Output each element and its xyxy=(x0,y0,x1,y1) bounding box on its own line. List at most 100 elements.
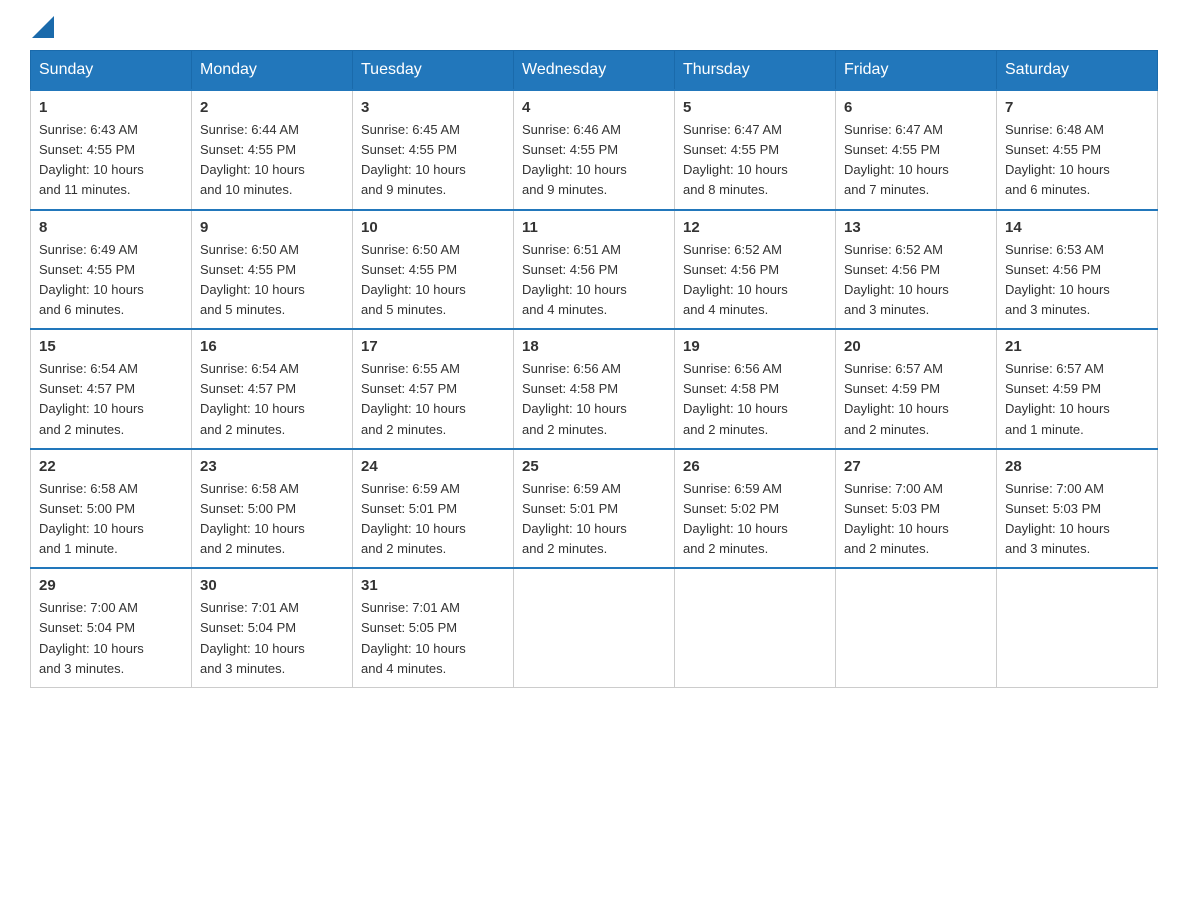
calendar-cell: 26 Sunrise: 6:59 AMSunset: 5:02 PMDaylig… xyxy=(675,449,836,569)
calendar-cell: 30 Sunrise: 7:01 AMSunset: 5:04 PMDaylig… xyxy=(192,568,353,687)
calendar-cell: 11 Sunrise: 6:51 AMSunset: 4:56 PMDaylig… xyxy=(514,210,675,330)
day-number: 21 xyxy=(1005,338,1149,355)
column-header-monday: Monday xyxy=(192,51,353,91)
column-header-thursday: Thursday xyxy=(675,51,836,91)
calendar-cell xyxy=(997,568,1158,687)
calendar-cell: 28 Sunrise: 7:00 AMSunset: 5:03 PMDaylig… xyxy=(997,449,1158,569)
day-number: 23 xyxy=(200,458,344,475)
day-number: 22 xyxy=(39,458,183,475)
calendar-cell: 10 Sunrise: 6:50 AMSunset: 4:55 PMDaylig… xyxy=(353,210,514,330)
calendar-cell: 8 Sunrise: 6:49 AMSunset: 4:55 PMDayligh… xyxy=(31,210,192,330)
calendar-cell xyxy=(514,568,675,687)
calendar-header-row: SundayMondayTuesdayWednesdayThursdayFrid… xyxy=(31,51,1158,91)
calendar-cell: 14 Sunrise: 6:53 AMSunset: 4:56 PMDaylig… xyxy=(997,210,1158,330)
calendar-cell: 4 Sunrise: 6:46 AMSunset: 4:55 PMDayligh… xyxy=(514,90,675,210)
day-info: Sunrise: 6:43 AMSunset: 4:55 PMDaylight:… xyxy=(39,120,183,201)
day-info: Sunrise: 6:50 AMSunset: 4:55 PMDaylight:… xyxy=(200,240,344,321)
day-number: 8 xyxy=(39,219,183,236)
calendar-cell: 27 Sunrise: 7:00 AMSunset: 5:03 PMDaylig… xyxy=(836,449,997,569)
logo-icon xyxy=(32,16,54,38)
calendar-cell: 2 Sunrise: 6:44 AMSunset: 4:55 PMDayligh… xyxy=(192,90,353,210)
calendar-cell: 20 Sunrise: 6:57 AMSunset: 4:59 PMDaylig… xyxy=(836,329,997,449)
calendar-cell: 16 Sunrise: 6:54 AMSunset: 4:57 PMDaylig… xyxy=(192,329,353,449)
column-header-friday: Friday xyxy=(836,51,997,91)
calendar-week-row: 8 Sunrise: 6:49 AMSunset: 4:55 PMDayligh… xyxy=(31,210,1158,330)
day-info: Sunrise: 6:53 AMSunset: 4:56 PMDaylight:… xyxy=(1005,240,1149,321)
calendar-cell: 29 Sunrise: 7:00 AMSunset: 5:04 PMDaylig… xyxy=(31,568,192,687)
day-number: 7 xyxy=(1005,99,1149,116)
calendar-cell: 7 Sunrise: 6:48 AMSunset: 4:55 PMDayligh… xyxy=(997,90,1158,210)
day-number: 26 xyxy=(683,458,827,475)
day-number: 31 xyxy=(361,577,505,594)
day-number: 4 xyxy=(522,99,666,116)
day-info: Sunrise: 7:01 AMSunset: 5:05 PMDaylight:… xyxy=(361,598,505,679)
calendar-cell: 5 Sunrise: 6:47 AMSunset: 4:55 PMDayligh… xyxy=(675,90,836,210)
day-info: Sunrise: 6:57 AMSunset: 4:59 PMDaylight:… xyxy=(1005,359,1149,440)
calendar-cell: 19 Sunrise: 6:56 AMSunset: 4:58 PMDaylig… xyxy=(675,329,836,449)
day-info: Sunrise: 6:58 AMSunset: 5:00 PMDaylight:… xyxy=(200,479,344,560)
day-number: 14 xyxy=(1005,219,1149,236)
day-info: Sunrise: 6:47 AMSunset: 4:55 PMDaylight:… xyxy=(844,120,988,201)
calendar-cell: 9 Sunrise: 6:50 AMSunset: 4:55 PMDayligh… xyxy=(192,210,353,330)
calendar-cell: 21 Sunrise: 6:57 AMSunset: 4:59 PMDaylig… xyxy=(997,329,1158,449)
column-header-saturday: Saturday xyxy=(997,51,1158,91)
day-info: Sunrise: 6:56 AMSunset: 4:58 PMDaylight:… xyxy=(683,359,827,440)
day-info: Sunrise: 6:55 AMSunset: 4:57 PMDaylight:… xyxy=(361,359,505,440)
day-info: Sunrise: 6:52 AMSunset: 4:56 PMDaylight:… xyxy=(683,240,827,321)
calendar-cell: 25 Sunrise: 6:59 AMSunset: 5:01 PMDaylig… xyxy=(514,449,675,569)
day-info: Sunrise: 6:56 AMSunset: 4:58 PMDaylight:… xyxy=(522,359,666,440)
calendar-table: SundayMondayTuesdayWednesdayThursdayFrid… xyxy=(30,50,1158,688)
day-number: 12 xyxy=(683,219,827,236)
day-number: 3 xyxy=(361,99,505,116)
day-info: Sunrise: 6:54 AMSunset: 4:57 PMDaylight:… xyxy=(39,359,183,440)
day-info: Sunrise: 6:50 AMSunset: 4:55 PMDaylight:… xyxy=(361,240,505,321)
column-header-wednesday: Wednesday xyxy=(514,51,675,91)
day-number: 29 xyxy=(39,577,183,594)
day-info: Sunrise: 6:59 AMSunset: 5:01 PMDaylight:… xyxy=(522,479,666,560)
day-number: 17 xyxy=(361,338,505,355)
calendar-cell: 1 Sunrise: 6:43 AMSunset: 4:55 PMDayligh… xyxy=(31,90,192,210)
day-number: 24 xyxy=(361,458,505,475)
calendar-cell xyxy=(675,568,836,687)
calendar-week-row: 29 Sunrise: 7:00 AMSunset: 5:04 PMDaylig… xyxy=(31,568,1158,687)
calendar-cell: 13 Sunrise: 6:52 AMSunset: 4:56 PMDaylig… xyxy=(836,210,997,330)
calendar-week-row: 15 Sunrise: 6:54 AMSunset: 4:57 PMDaylig… xyxy=(31,329,1158,449)
calendar-cell: 24 Sunrise: 6:59 AMSunset: 5:01 PMDaylig… xyxy=(353,449,514,569)
calendar-week-row: 22 Sunrise: 6:58 AMSunset: 5:00 PMDaylig… xyxy=(31,449,1158,569)
day-number: 30 xyxy=(200,577,344,594)
day-number: 6 xyxy=(844,99,988,116)
calendar-cell: 12 Sunrise: 6:52 AMSunset: 4:56 PMDaylig… xyxy=(675,210,836,330)
calendar-cell: 6 Sunrise: 6:47 AMSunset: 4:55 PMDayligh… xyxy=(836,90,997,210)
day-number: 19 xyxy=(683,338,827,355)
day-info: Sunrise: 6:49 AMSunset: 4:55 PMDaylight:… xyxy=(39,240,183,321)
logo xyxy=(30,20,54,32)
day-number: 18 xyxy=(522,338,666,355)
day-number: 27 xyxy=(844,458,988,475)
calendar-cell xyxy=(836,568,997,687)
page-header xyxy=(30,20,1158,32)
day-number: 15 xyxy=(39,338,183,355)
day-info: Sunrise: 6:52 AMSunset: 4:56 PMDaylight:… xyxy=(844,240,988,321)
day-number: 20 xyxy=(844,338,988,355)
day-number: 13 xyxy=(844,219,988,236)
day-info: Sunrise: 6:54 AMSunset: 4:57 PMDaylight:… xyxy=(200,359,344,440)
day-info: Sunrise: 7:00 AMSunset: 5:04 PMDaylight:… xyxy=(39,598,183,679)
day-info: Sunrise: 6:57 AMSunset: 4:59 PMDaylight:… xyxy=(844,359,988,440)
calendar-cell: 3 Sunrise: 6:45 AMSunset: 4:55 PMDayligh… xyxy=(353,90,514,210)
day-info: Sunrise: 6:48 AMSunset: 4:55 PMDaylight:… xyxy=(1005,120,1149,201)
day-number: 2 xyxy=(200,99,344,116)
day-info: Sunrise: 7:00 AMSunset: 5:03 PMDaylight:… xyxy=(844,479,988,560)
day-info: Sunrise: 6:59 AMSunset: 5:02 PMDaylight:… xyxy=(683,479,827,560)
day-info: Sunrise: 6:51 AMSunset: 4:56 PMDaylight:… xyxy=(522,240,666,321)
column-header-sunday: Sunday xyxy=(31,51,192,91)
day-number: 1 xyxy=(39,99,183,116)
day-number: 5 xyxy=(683,99,827,116)
day-number: 11 xyxy=(522,219,666,236)
calendar-cell: 31 Sunrise: 7:01 AMSunset: 5:05 PMDaylig… xyxy=(353,568,514,687)
day-info: Sunrise: 7:00 AMSunset: 5:03 PMDaylight:… xyxy=(1005,479,1149,560)
day-number: 16 xyxy=(200,338,344,355)
day-info: Sunrise: 6:46 AMSunset: 4:55 PMDaylight:… xyxy=(522,120,666,201)
day-info: Sunrise: 6:59 AMSunset: 5:01 PMDaylight:… xyxy=(361,479,505,560)
calendar-week-row: 1 Sunrise: 6:43 AMSunset: 4:55 PMDayligh… xyxy=(31,90,1158,210)
column-header-tuesday: Tuesday xyxy=(353,51,514,91)
